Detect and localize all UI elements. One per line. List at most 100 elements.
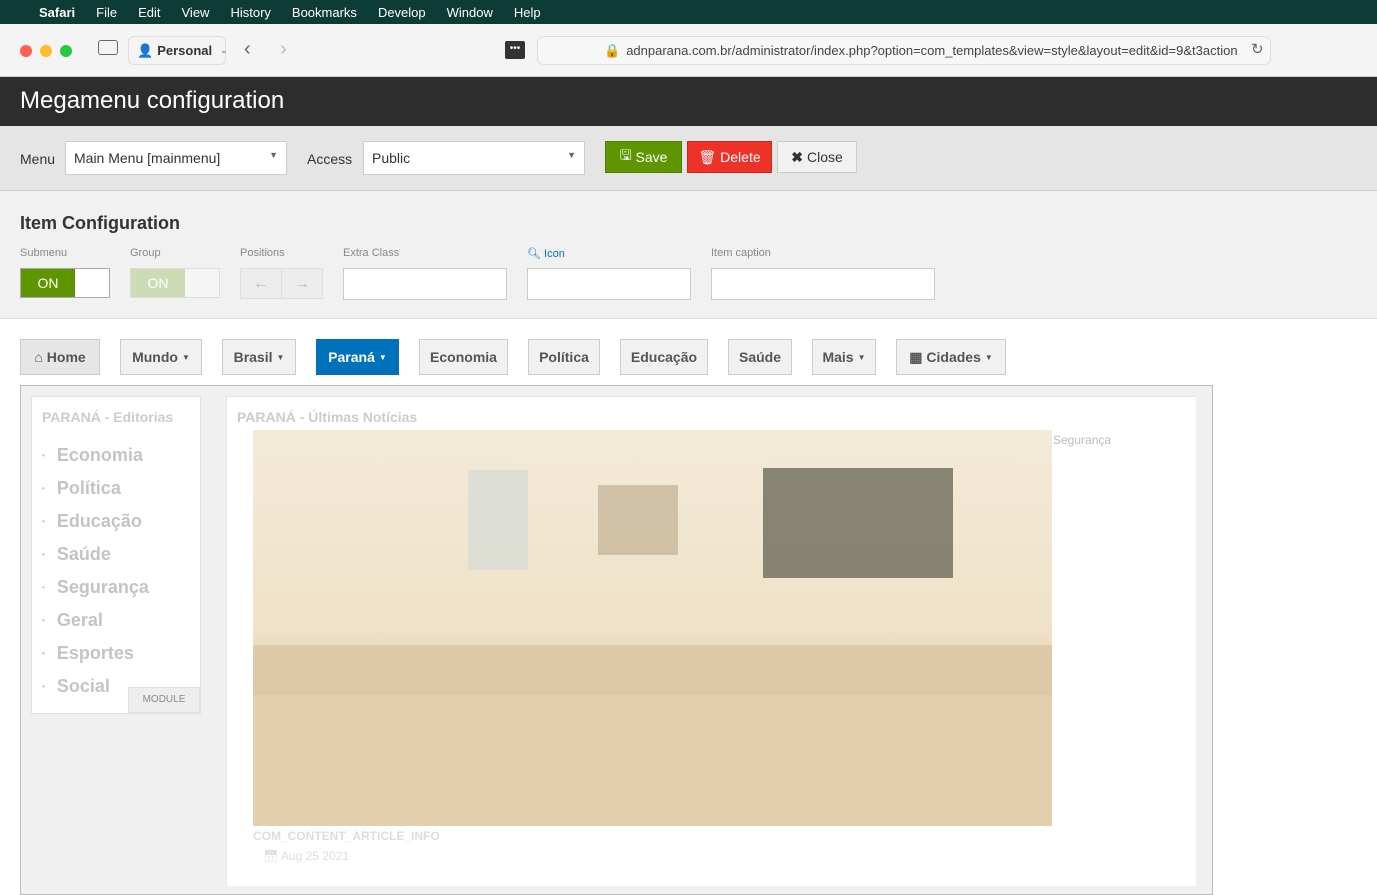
nav-parana[interactable]: Paraná ▼ bbox=[316, 339, 399, 375]
item-caption-input[interactable] bbox=[711, 268, 935, 300]
list-item: Economia bbox=[42, 439, 149, 472]
nav-politica[interactable]: Política bbox=[528, 339, 600, 375]
delete-label: Delete bbox=[720, 149, 761, 165]
ultimas-noticias-module[interactable]: PARANÁ - Últimas Notícias Segurança COM_… bbox=[226, 396, 1196, 886]
address-bar[interactable]: 🔒 adnparana.com.br/administrator/index.ph… bbox=[537, 36, 1271, 65]
menu-safari[interactable]: Safari bbox=[39, 5, 75, 20]
group-label: Group bbox=[130, 247, 161, 259]
nav-label: Economia bbox=[430, 349, 497, 365]
extra-class-input[interactable] bbox=[343, 268, 507, 300]
home-icon: ⌂ bbox=[34, 349, 43, 365]
list-item: Esportes bbox=[42, 637, 149, 670]
article-image bbox=[253, 430, 1052, 826]
floor-shape bbox=[253, 695, 1052, 826]
close-window-button[interactable] bbox=[20, 45, 32, 57]
menu-file[interactable]: File bbox=[96, 5, 117, 20]
arrow-left-icon[interactable]: ← bbox=[241, 269, 282, 298]
nav-label: Mundo bbox=[132, 349, 178, 365]
module-title: PARANÁ - Últimas Notícias bbox=[237, 409, 418, 425]
caret-down-icon: ▼ bbox=[276, 352, 285, 362]
editorias-list: Economia Política Educação Saúde Seguran… bbox=[42, 439, 149, 703]
icon-input[interactable] bbox=[527, 268, 691, 300]
nav-label: Educação bbox=[630, 349, 698, 365]
chevron-down-icon: ⌄ bbox=[220, 45, 228, 55]
menu-history[interactable]: History bbox=[230, 5, 270, 20]
delete-button[interactable]: 🗑 Delete bbox=[687, 141, 772, 173]
positions-label: Positions bbox=[240, 247, 285, 259]
access-select-value: Public bbox=[372, 150, 411, 166]
menu-develop[interactable]: Develop bbox=[378, 5, 426, 20]
nav-home[interactable]: ⌂ Home bbox=[20, 339, 100, 375]
close-label: Close bbox=[806, 149, 843, 165]
menu-label: Menu bbox=[20, 151, 56, 167]
sidebar-toggle-icon[interactable] bbox=[98, 40, 118, 55]
nav-mais[interactable]: Mais ▼ bbox=[812, 339, 876, 375]
caret-down-icon: ▼ bbox=[269, 150, 278, 160]
caret-down-icon: ▼ bbox=[984, 352, 993, 362]
zoom-window-button[interactable] bbox=[60, 45, 72, 57]
page-title: Megamenu configuration bbox=[0, 77, 1377, 126]
menu-select[interactable]: Main Menu [mainmenu] ▼ bbox=[65, 141, 287, 175]
submenu-label: Submenu bbox=[20, 247, 68, 259]
item-caption-label: Item caption bbox=[711, 247, 771, 259]
close-button[interactable]: ✖ Close bbox=[777, 141, 857, 173]
nav-brasil[interactable]: Brasil ▼ bbox=[222, 339, 296, 375]
save-button[interactable]: 🖫 Save bbox=[605, 141, 682, 173]
menu-help[interactable]: Help bbox=[514, 5, 541, 20]
list-item: Segurança bbox=[42, 571, 149, 604]
extension-icon[interactable]: ••• bbox=[505, 41, 525, 59]
positions-control: ← → bbox=[240, 268, 323, 299]
category-label[interactable]: Segurança bbox=[1053, 433, 1111, 447]
list-item: Geral bbox=[42, 604, 149, 637]
menu-edit[interactable]: Edit bbox=[138, 5, 160, 20]
nav-mundo[interactable]: Mundo ▼ bbox=[120, 339, 202, 375]
icon-label[interactable]: 🔍︎ Icon bbox=[527, 247, 565, 260]
close-icon: ✖ bbox=[791, 148, 803, 165]
nav-label: Cidades bbox=[926, 349, 981, 365]
minimize-window-button[interactable] bbox=[40, 45, 52, 57]
list-item: Política bbox=[42, 472, 149, 505]
back-icon[interactable]: ‹ bbox=[244, 38, 251, 61]
save-label: Save bbox=[635, 149, 668, 165]
browser-toolbar: 👤 Personal ⌄ ‹ › ••• 🔒 adnparana.com.br/adm… bbox=[0, 24, 1377, 77]
nav-saude[interactable]: Saúde bbox=[728, 339, 792, 375]
caret-down-icon: ▼ bbox=[567, 150, 576, 160]
toggle-on: ON bbox=[131, 269, 185, 297]
group-toggle[interactable]: ON bbox=[130, 268, 220, 298]
macos-menubar: Safari File Edit View History Bookmarks … bbox=[0, 0, 1377, 24]
nav-educacao[interactable]: Educação bbox=[620, 339, 708, 375]
desk-shape bbox=[253, 645, 1052, 695]
menu-view[interactable]: View bbox=[182, 5, 210, 20]
nav-economia[interactable]: Economia bbox=[419, 339, 508, 375]
article-date: 📅︎ Aug 25 2021 bbox=[263, 849, 349, 863]
menu-select-value: Main Menu [mainmenu] bbox=[74, 150, 221, 166]
caret-down-icon: ▼ bbox=[378, 352, 387, 362]
submenu-toggle[interactable]: ON bbox=[20, 268, 110, 298]
extra-class-label: Extra Class bbox=[343, 247, 400, 259]
trash-icon: 🗑 bbox=[698, 148, 717, 165]
nav-cidades[interactable]: ▦ Cidades ▼ bbox=[896, 339, 1006, 375]
list-item: Saúde bbox=[42, 538, 149, 571]
arrow-right-icon[interactable]: → bbox=[282, 269, 322, 298]
profile-label: Personal bbox=[157, 43, 213, 58]
lock-icon: 🔒 bbox=[604, 42, 621, 58]
person-icon: 👤 bbox=[137, 42, 154, 58]
article-info: COM_CONTENT_ARTICLE_INFO bbox=[253, 829, 440, 843]
frame-shape bbox=[598, 485, 678, 555]
access-select[interactable]: Public ▼ bbox=[363, 141, 585, 175]
nav-label: Política bbox=[539, 349, 589, 365]
menu-window[interactable]: Window bbox=[447, 5, 493, 20]
reload-icon[interactable]: ↻ bbox=[1251, 40, 1264, 58]
editorias-module[interactable]: PARANÁ - Editorias Economia Política Edu… bbox=[31, 396, 201, 714]
module-title: PARANÁ - Editorias bbox=[42, 409, 174, 425]
coat-of-arms-shape bbox=[468, 470, 528, 570]
forward-icon[interactable]: › bbox=[280, 38, 287, 61]
screen-shape bbox=[763, 468, 953, 578]
list-item: Educação bbox=[42, 505, 149, 538]
profile-button[interactable]: 👤 Personal ⌄ bbox=[128, 36, 228, 65]
nav-label: Paraná bbox=[328, 349, 375, 365]
nav-label: Saúde bbox=[738, 349, 781, 365]
menu-bookmarks[interactable]: Bookmarks bbox=[292, 5, 357, 20]
caret-down-icon: ▼ bbox=[857, 352, 866, 362]
icon-label-text: Icon bbox=[544, 248, 565, 260]
